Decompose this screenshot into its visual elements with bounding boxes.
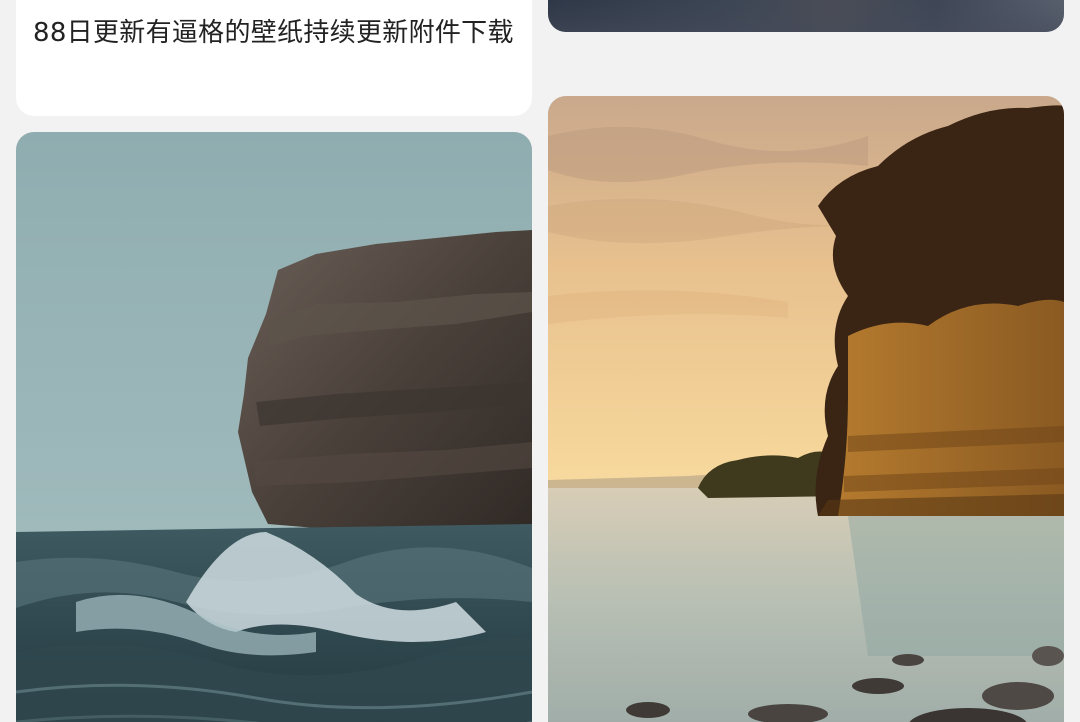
post-caption: 88日更新有逼格的壁纸持续更新附件下载 [33, 18, 514, 48]
sunset-coast-image [548, 96, 1064, 722]
sea-cliff-image [16, 132, 532, 722]
wallpaper-thumbnail-sunset-coast[interactable] [548, 96, 1064, 722]
post-caption-card[interactable]: 88日更新有逼格的壁纸持续更新附件下载 [16, 0, 532, 116]
wallpaper-thumbnail-sea-cliff[interactable] [16, 132, 532, 722]
wallpaper-feed: 88日更新有逼格的壁纸持续更新附件下载 [0, 0, 1080, 722]
wallpaper-thumbnail-dusk[interactable] [548, 0, 1064, 32]
image-shading [548, 0, 1064, 32]
